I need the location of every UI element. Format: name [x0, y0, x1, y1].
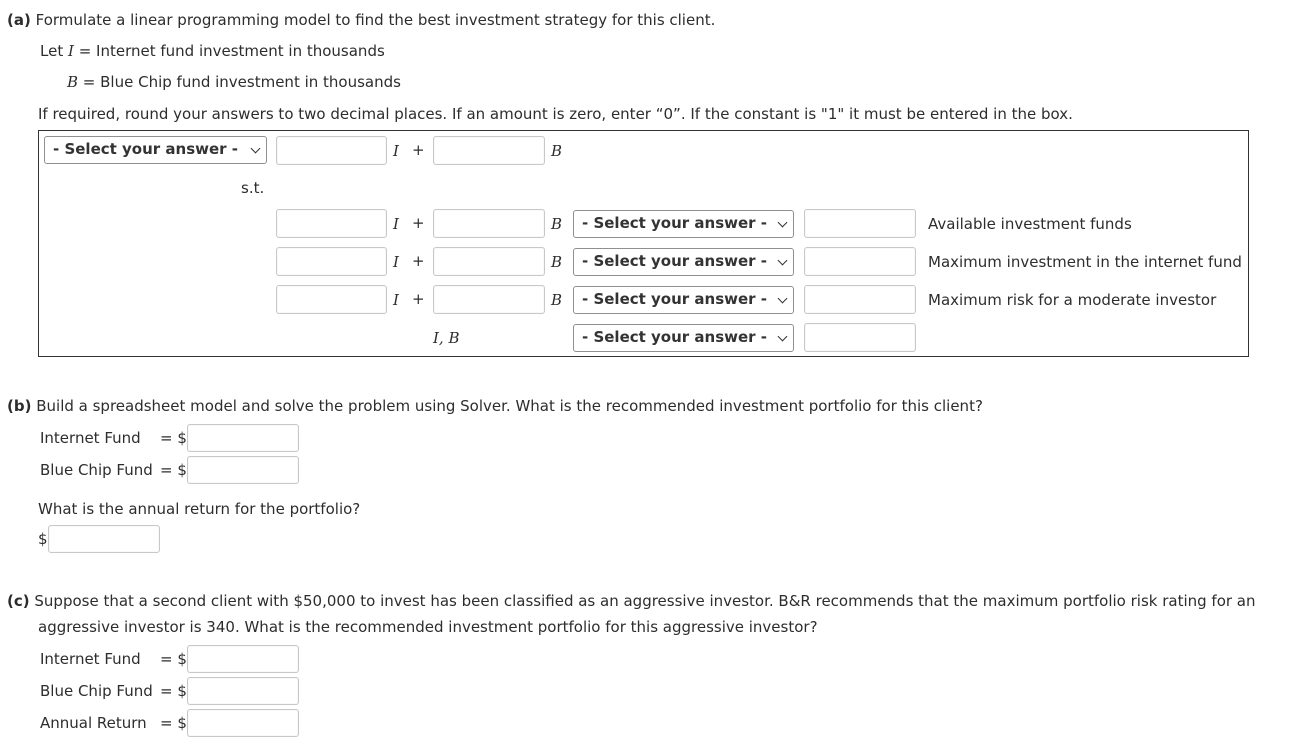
objective-type-select-value: - Select your answer -: [53, 140, 239, 158]
part-c-internet-label: Internet Fund: [40, 650, 141, 668]
objective-i-symbol: I: [393, 142, 399, 160]
part-a-question-text: Formulate a linear programming model to …: [35, 11, 716, 29]
constraint-3-b-symbol: B: [551, 291, 563, 309]
part-a-question: (a) Formulate a linear programming model…: [7, 11, 715, 29]
objective-coef-b-input[interactable]: [433, 136, 545, 165]
part-c-blue-chip-label: Blue Chip Fund: [40, 682, 153, 700]
constraint-2-coef-b-input[interactable]: [433, 247, 545, 276]
nonneg-variables: I, B: [433, 329, 460, 347]
constraint-2-coef-i-input[interactable]: [276, 247, 387, 276]
constraint-2-description: Maximum investment in the internet fund: [928, 253, 1242, 271]
constraint-1-description: Available investment funds: [928, 215, 1132, 233]
constraint-1-relation-select[interactable]: - Select your answer -: [573, 210, 794, 238]
constraint-2-relation-select[interactable]: - Select your answer -: [573, 248, 794, 276]
lp-model-box: [38, 130, 1249, 357]
part-b-internet-fund-input[interactable]: [187, 424, 299, 452]
chevron-down-icon: [777, 255, 788, 266]
instructions: If required, round your answers to two d…: [38, 105, 1073, 123]
constraint-3-description: Maximum risk for a moderate investor: [928, 291, 1217, 309]
constraint-1-relation-value: - Select your answer -: [582, 214, 768, 232]
constraint-1-plus: +: [412, 214, 425, 232]
chevron-down-icon: [250, 143, 261, 154]
chevron-down-icon: [777, 217, 788, 228]
constraint-3-relation-value: - Select your answer -: [582, 290, 768, 308]
objective-type-select[interactable]: - Select your answer -: [44, 136, 267, 164]
var-b-symbol: B: [67, 73, 79, 91]
st-label: s.t.: [241, 179, 265, 197]
part-c-return-equals: = $: [160, 714, 187, 732]
part-a-label: (a): [7, 11, 31, 29]
part-b-blue-chip-equals: = $: [160, 461, 187, 479]
constraint-1-rhs-input[interactable]: [804, 209, 916, 238]
constraint-3-rhs-input[interactable]: [804, 285, 916, 314]
nonneg-relation-select[interactable]: - Select your answer -: [573, 324, 794, 352]
part-b-internet-equals: = $: [160, 429, 187, 447]
part-c-label: (c): [7, 592, 30, 610]
constraint-2-b-symbol: B: [551, 253, 563, 271]
part-b-blue-chip-label: Blue Chip Fund: [40, 461, 153, 479]
objective-coef-i-input[interactable]: [276, 136, 387, 165]
part-b-blue-chip-fund-input[interactable]: [187, 456, 299, 484]
part-c-blue-chip-fund-input[interactable]: [187, 677, 299, 705]
constraint-1-b-symbol: B: [551, 215, 563, 233]
let-prefix: Let: [40, 42, 68, 60]
part-c-return-label: Annual Return: [40, 714, 147, 732]
part-b-internet-label: Internet Fund: [40, 429, 141, 447]
objective-plus: +: [412, 141, 425, 159]
part-c-annual-return-input[interactable]: [187, 709, 299, 737]
part-c-blue-chip-equals: = $: [160, 682, 187, 700]
constraint-2-i-symbol: I: [393, 253, 399, 271]
part-b-question-text: Build a spreadsheet model and solve the …: [36, 397, 983, 415]
part-c-question-line-1: (c) Suppose that a second client with $5…: [7, 592, 1256, 610]
objective-b-symbol: B: [551, 142, 563, 160]
part-b-annual-return-input[interactable]: [48, 525, 160, 553]
part-b-return-dollar: $: [38, 530, 48, 548]
part-c-question-line-2: aggressive investor is 340. What is the …: [38, 618, 818, 636]
var-b-definition-text: = Blue Chip fund investment in thousands: [78, 73, 401, 91]
nonneg-rhs-input[interactable]: [804, 323, 916, 352]
part-c-question-text-1: Suppose that a second client with $50,00…: [34, 592, 1256, 610]
constraint-1-i-symbol: I: [393, 215, 399, 233]
chevron-down-icon: [777, 331, 788, 342]
nonneg-relation-value: - Select your answer -: [582, 328, 768, 346]
part-c-internet-equals: = $: [160, 650, 187, 668]
constraint-2-plus: +: [412, 252, 425, 270]
constraint-1-coef-b-input[interactable]: [433, 209, 545, 238]
part-b-question: (b) Build a spreadsheet model and solve …: [7, 397, 983, 415]
part-b-return-question: What is the annual return for the portfo…: [38, 500, 361, 518]
constraint-3-coef-b-input[interactable]: [433, 285, 545, 314]
part-c-internet-fund-input[interactable]: [187, 645, 299, 673]
constraint-3-i-symbol: I: [393, 291, 399, 309]
constraint-1-coef-i-input[interactable]: [276, 209, 387, 238]
part-b-label: (b): [7, 397, 32, 415]
constraint-3-plus: +: [412, 290, 425, 308]
variable-b-definition: B = Blue Chip fund investment in thousan…: [67, 73, 401, 91]
var-i-definition-text: = Internet fund investment in thousands: [73, 42, 385, 60]
chevron-down-icon: [777, 293, 788, 304]
variable-i-definition: Let I = Internet fund investment in thou…: [40, 42, 385, 60]
constraint-3-relation-select[interactable]: - Select your answer -: [573, 286, 794, 314]
constraint-2-relation-value: - Select your answer -: [582, 252, 768, 270]
constraint-3-coef-i-input[interactable]: [276, 285, 387, 314]
constraint-2-rhs-input[interactable]: [804, 247, 916, 276]
